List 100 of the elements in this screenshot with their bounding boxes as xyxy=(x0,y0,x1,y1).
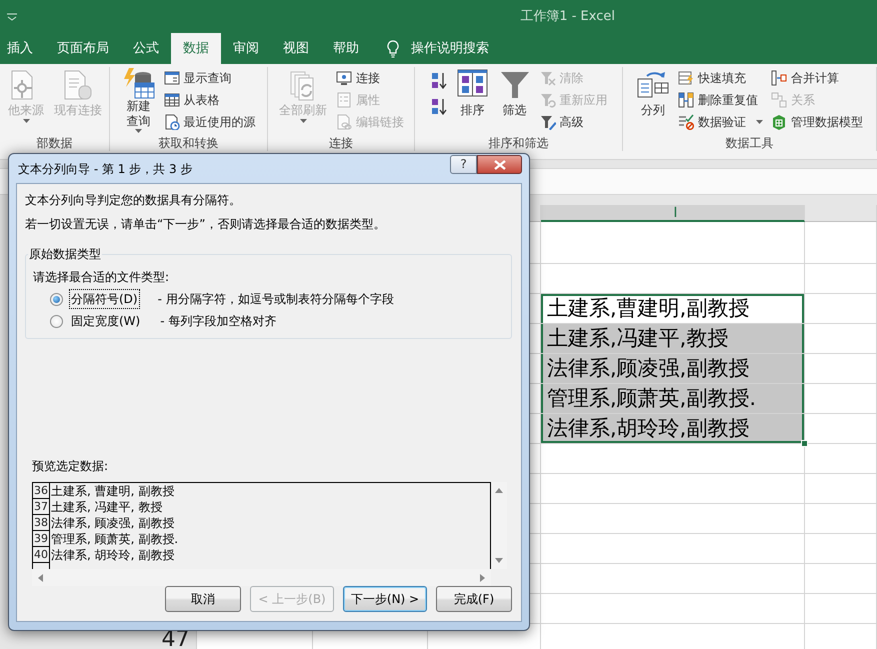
data-validation-icon xyxy=(678,114,694,130)
line-number: 37 xyxy=(33,499,50,515)
table-cell xyxy=(805,384,877,414)
table-cell: 土建系,冯建平,教授 xyxy=(541,324,805,354)
ribbon-tab[interactable]: 视图 xyxy=(271,33,321,64)
table-cell xyxy=(805,564,877,594)
dialog-title: 文本分列向导 - 第 1 步，共 3 步 xyxy=(17,160,192,178)
search-label[interactable]: 操作说明搜索 xyxy=(411,38,489,58)
document-clock-icon xyxy=(164,114,180,130)
funnel-clear-icon xyxy=(540,70,556,86)
ribbon-button[interactable]: 显示查询 xyxy=(162,67,258,89)
group-label: 获取和转换 xyxy=(158,135,220,151)
ribbon-button[interactable]: 最近使用的源 xyxy=(162,111,258,133)
group-title: 原始数据类型 xyxy=(28,246,102,262)
ribbon-button[interactable]: 新建查询 xyxy=(120,67,158,135)
window-icon xyxy=(164,70,180,86)
dropdown-icon[interactable] xyxy=(6,12,18,20)
table-cell xyxy=(805,444,877,474)
line-number: 40 xyxy=(33,547,50,563)
ribbon-button[interactable]: 快速填充 xyxy=(676,67,765,89)
radio-button[interactable] xyxy=(50,314,63,328)
consolidate-icon xyxy=(771,70,787,86)
caret-icon xyxy=(22,119,30,123)
ribbon-button[interactable]: 数据验证 xyxy=(676,111,765,133)
table-icon xyxy=(164,92,180,108)
instruction-text: 文本分列向导判定您的数据具有分隔符。 xyxy=(25,192,242,208)
preview-label: 预览选定数据: xyxy=(32,458,110,474)
ribbon-button[interactable]: 分列 xyxy=(634,67,672,121)
ribbon-tab[interactable]: 帮助 xyxy=(321,33,371,64)
ribbon-tab[interactable]: 审阅 xyxy=(221,33,271,64)
lightbulb-icon[interactable] xyxy=(387,40,399,58)
scroll-left-icon[interactable] xyxy=(38,574,43,582)
table-cell xyxy=(805,264,877,294)
ribbon-button[interactable]: 筛选 xyxy=(496,67,534,121)
database-table-icon xyxy=(122,67,154,99)
caret-icon xyxy=(300,119,306,123)
ribbon-button[interactable]: 连接 xyxy=(334,67,406,89)
table-cell xyxy=(805,222,877,264)
table-cell xyxy=(805,504,877,534)
table-cell: 法律系,顾凌强,副教授 xyxy=(541,354,805,384)
table-cell xyxy=(805,294,877,324)
preview-text: 管理系, 顾萧英, 副教授. xyxy=(50,531,178,547)
table-cell: 法律系,胡玲玲,副教授 xyxy=(541,414,805,444)
dialog-button[interactable]: 下一步(N) > xyxy=(343,586,427,612)
close-button[interactable] xyxy=(477,155,522,174)
radio-button[interactable] xyxy=(50,292,63,306)
flash-fill-icon xyxy=(678,70,694,86)
table-cell xyxy=(805,354,877,384)
caret-icon xyxy=(756,120,763,124)
ribbon-button[interactable]: 从表格 xyxy=(162,89,258,111)
ribbon-button[interactable]: 排序 xyxy=(454,67,492,121)
preview-text: 法律系, 胡玲玲, 副教授 xyxy=(50,547,174,563)
scroll-down-icon[interactable] xyxy=(495,558,503,563)
table-cell xyxy=(805,594,877,624)
radio-label[interactable]: 分隔符号(D) xyxy=(69,289,140,309)
sort-ascending-icon[interactable] xyxy=(430,71,448,89)
funnel-refresh-icon xyxy=(540,92,556,108)
ribbon-tab[interactable]: 插入 xyxy=(0,33,45,64)
ribbon-button[interactable]: 合并计算 xyxy=(769,67,865,89)
line-number: 38 xyxy=(33,515,50,531)
scroll-up-icon[interactable] xyxy=(495,488,503,493)
prompt-text: 请选择最合适的文件类型: xyxy=(33,269,170,285)
ribbon-button[interactable]: 管理数据模型 xyxy=(769,111,865,133)
properties-icon xyxy=(336,92,352,108)
option-description: - 用分隔字符，如逗号或制表符分隔每个字段 xyxy=(158,291,394,308)
scroll-right-icon[interactable] xyxy=(480,574,485,582)
ribbon-button[interactable]: 高级 xyxy=(538,111,610,133)
data-model-icon xyxy=(771,114,787,130)
group-label: 数据工具 xyxy=(724,135,774,151)
table-cell: 管理系,顾萧英,副教授. xyxy=(541,384,805,414)
funnel-pencil-icon xyxy=(540,114,556,130)
ribbon-tab[interactable]: 页面布局 xyxy=(45,33,121,64)
dialog-button[interactable]: 取消 xyxy=(165,586,241,612)
monitor-icon xyxy=(336,70,352,86)
close-icon xyxy=(494,160,506,170)
ribbon-tab[interactable]: 数据 xyxy=(171,33,221,64)
sort-descending-icon[interactable] xyxy=(430,97,448,115)
group-label: 连接 xyxy=(328,135,354,151)
remove-duplicates-icon xyxy=(678,92,694,108)
relationships-icon xyxy=(771,92,787,108)
group-label: 排序和筛选 xyxy=(488,135,550,151)
preview-text: 土建系, 冯建平, 教授 xyxy=(50,499,162,515)
ribbon-tab[interactable]: 公式 xyxy=(121,33,171,64)
table-cell xyxy=(805,414,877,444)
option-description: - 每列字段加空格对齐 xyxy=(160,313,276,330)
table-cell: 土建系,曹建明,副教授 xyxy=(541,294,805,324)
radio-label[interactable]: 固定宽度(W) xyxy=(69,311,142,331)
preview-text: 土建系, 曹建明, 副教授 xyxy=(50,483,174,499)
funnel-icon xyxy=(498,69,530,101)
help-button[interactable]: ? xyxy=(450,155,477,174)
table-cell xyxy=(805,324,877,354)
ribbon-button[interactable]: 删除重复值 xyxy=(676,89,765,111)
line-number: 39 xyxy=(33,531,50,547)
column-header[interactable]: I xyxy=(541,205,805,222)
dialog-button[interactable]: 完成(F) xyxy=(436,586,512,612)
instruction-text: 若一切设置无误，请单击“下一步”，否则请选择最合适的数据类型。 xyxy=(25,216,386,232)
fill-handle[interactable] xyxy=(801,440,808,447)
group-label: 部数据 xyxy=(36,135,74,151)
table-cell xyxy=(805,474,877,504)
window-title: 工作簿1 - Excel xyxy=(520,8,615,26)
